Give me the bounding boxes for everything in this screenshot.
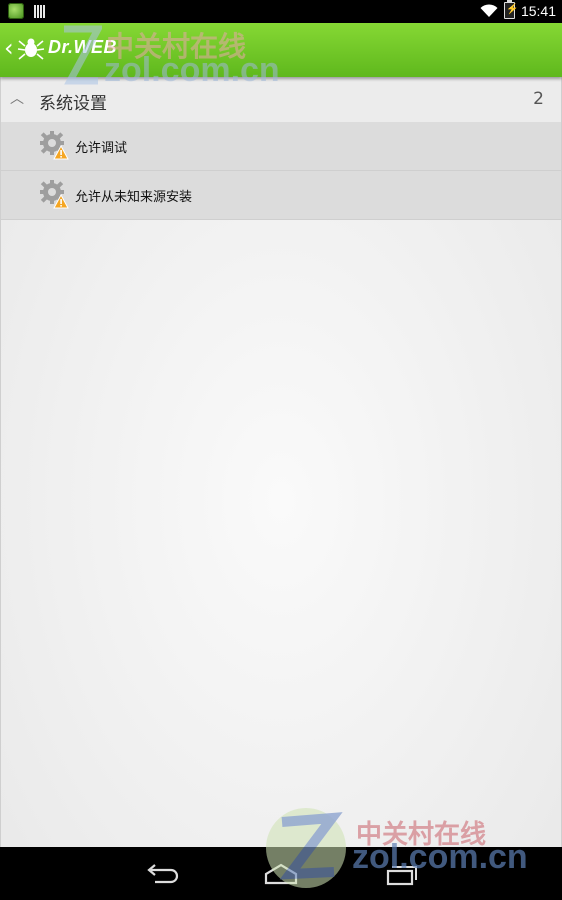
recent-apps-icon[interactable] <box>383 861 419 887</box>
action-bar: ‹ Dr.WEB <box>0 23 562 77</box>
settings-list: ︿ 系统设置 2 允许调试 允许从未知来源安装 <box>0 77 562 847</box>
barcode-notification-icon <box>34 4 45 18</box>
group-title: 系统设置 <box>39 94 107 114</box>
gear-warning-icon <box>40 180 69 209</box>
app-notification-icon <box>8 3 24 19</box>
wifi-icon <box>480 3 498 17</box>
back-chevron-icon[interactable]: ‹ <box>4 36 14 60</box>
battery-icon: ⚡ <box>503 0 518 19</box>
list-item-label: 允许从未知来源安装 <box>75 190 193 205</box>
group-header-system-settings[interactable]: ︿ 系统设置 2 <box>1 77 561 123</box>
navigation-bar <box>0 847 562 900</box>
app-title: Dr.WEB <box>48 37 118 57</box>
list-item-allow-unknown-sources[interactable]: 允许从未知来源安装 <box>1 171 561 220</box>
status-time: 15:41 <box>520 2 556 19</box>
back-icon[interactable] <box>143 861 179 887</box>
status-bar-notifications <box>8 3 45 19</box>
status-bar-system: ⚡ 15:41 <box>480 0 556 19</box>
list-item-label: 允许调试 <box>75 141 128 156</box>
home-icon[interactable] <box>263 861 299 887</box>
gear-warning-icon <box>40 131 69 160</box>
chevron-up-icon: ︿ <box>10 91 24 107</box>
group-count: 2 <box>533 89 544 109</box>
status-bar: ⚡ 15:41 <box>0 0 562 23</box>
list-item-allow-debugging[interactable]: 允许调试 <box>1 122 561 171</box>
drweb-spider-logo-icon[interactable] <box>17 35 45 63</box>
